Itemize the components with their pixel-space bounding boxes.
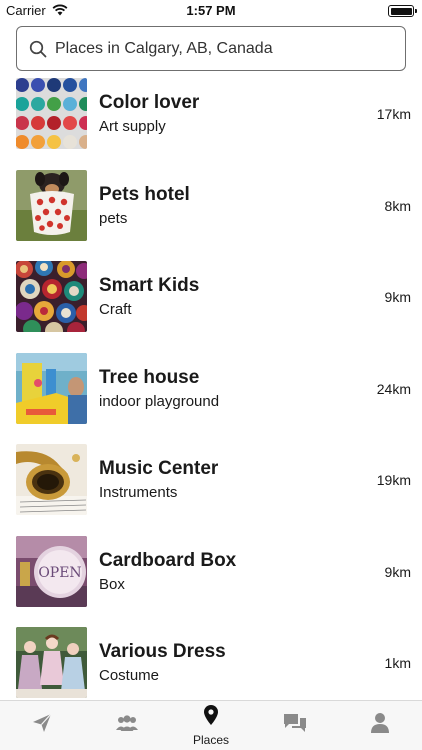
place-category: Craft <box>99 301 132 318</box>
place-name: Tree house <box>99 366 200 388</box>
saxophone-image <box>16 444 87 515</box>
place-distance: 17km <box>376 106 411 122</box>
list-item[interactable]: Pets hotel pets 8km <box>0 169 422 262</box>
place-category: Art supply <box>99 118 166 135</box>
place-name: Pets hotel <box>99 183 190 205</box>
tab-bar: Places <box>0 700 422 750</box>
tab-profile[interactable] <box>338 701 422 750</box>
map-pin-icon <box>203 704 219 731</box>
place-distance: 24km <box>376 380 411 397</box>
puppy-in-cup-image <box>16 169 87 241</box>
tab-send[interactable] <box>0 701 84 750</box>
place-distance: 9km <box>384 289 411 305</box>
dolls-image <box>16 627 87 698</box>
playground-image <box>16 352 87 424</box>
search-input[interactable] <box>55 39 385 58</box>
places-list: Color lover Art supply 17km Pets hotel p… <box>0 78 422 719</box>
place-category: indoor playground <box>99 392 220 410</box>
colorful-plates-image <box>16 261 87 332</box>
paint-palette-image <box>16 78 87 149</box>
place-name: Smart Kids <box>99 275 200 296</box>
battery-icon <box>388 5 417 17</box>
tab-places[interactable]: Places <box>169 701 253 750</box>
tab-groups[interactable] <box>84 701 168 750</box>
search-icon <box>29 39 49 59</box>
place-name: Cardboard Box <box>99 549 237 571</box>
open-sign-image: OPEN <box>16 535 87 607</box>
place-name: Music Center <box>99 458 219 479</box>
group-icon <box>115 714 139 737</box>
svg-text:OPEN: OPEN <box>38 565 81 581</box>
chat-icon <box>283 712 307 739</box>
list-item[interactable]: Smart Kids Craft 9km <box>0 261 422 353</box>
list-item[interactable]: Tree house indoor playground 24km <box>0 352 422 445</box>
place-distance: 9km <box>384 563 411 580</box>
place-category: Box <box>99 575 125 593</box>
status-bar: Carrier 1:57 PM <box>0 0 422 22</box>
list-item[interactable]: Color lover Art supply 17km <box>0 78 422 170</box>
place-category: Instruments <box>99 484 178 501</box>
tab-label-places: Places <box>193 733 230 747</box>
profile-icon <box>370 712 390 739</box>
tab-messages[interactable] <box>253 701 337 750</box>
place-name: Color lover <box>99 92 200 113</box>
place-category: pets <box>99 209 128 227</box>
place-name: Various Dress <box>99 641 226 662</box>
send-icon <box>31 712 53 739</box>
list-item[interactable]: OPEN Cardboard Box Box 9km <box>0 535 422 628</box>
place-distance: 8km <box>384 197 411 214</box>
clock: 1:57 PM <box>186 3 236 18</box>
place-category: Costume <box>99 667 160 684</box>
place-distance: 1km <box>384 655 411 671</box>
list-item[interactable]: Music Center Instruments 19km <box>0 444 422 536</box>
search-bar[interactable] <box>16 26 406 71</box>
place-distance: 19km <box>376 472 411 488</box>
